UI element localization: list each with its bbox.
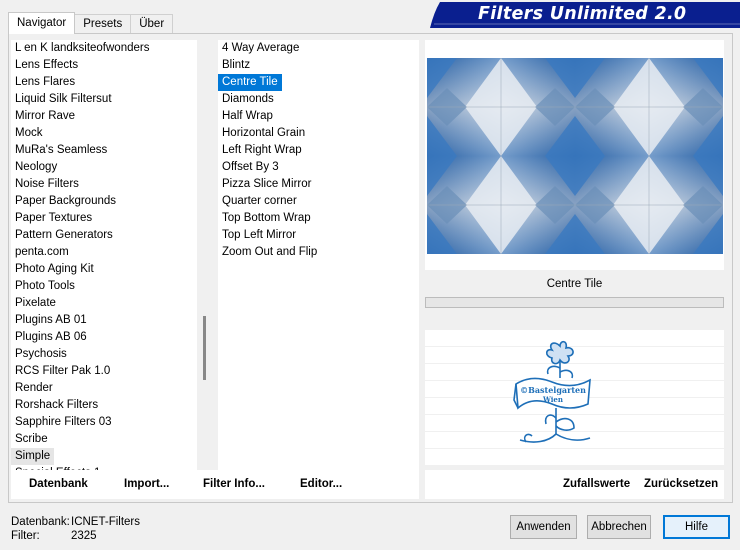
tab-ueber[interactable]: Über (130, 14, 174, 34)
filter-item[interactable]: Blintz (218, 57, 419, 74)
filter-item[interactable]: Zoom Out and Flip (218, 244, 419, 261)
status-info: Datenbank:ICNET-Filters Filter: 2325 (11, 515, 140, 543)
category-item[interactable]: Lens Effects (11, 57, 197, 74)
category-item[interactable]: Pattern Generators (11, 227, 197, 244)
category-item[interactable]: MuRa's Seamless (11, 142, 197, 159)
category-item[interactable]: Neology (11, 159, 197, 176)
tab-navigator[interactable]: Navigator (8, 12, 76, 34)
category-item[interactable]: Scribe (11, 431, 197, 448)
progress-bar (425, 297, 724, 308)
category-item[interactable]: Plugins AB 01 (11, 312, 197, 329)
filter-item[interactable]: Half Wrap (218, 108, 419, 125)
datenbank-label: Datenbank: (11, 516, 70, 528)
preview-image (427, 58, 723, 254)
filter-count-label: Filter: (11, 530, 40, 542)
filter-item[interactable]: Quarter corner (218, 193, 419, 210)
import-button[interactable]: Import... (124, 470, 169, 499)
category-item[interactable]: Mock (11, 125, 197, 142)
filter-item[interactable]: 4 Way Average (218, 40, 419, 57)
logo-text-line2: Wien (542, 395, 563, 404)
category-item[interactable]: penta.com (11, 244, 197, 261)
category-item[interactable]: L en K landksiteofwonders (11, 40, 197, 57)
preview-toolbar: Zufallswerte Zurücksetzen (425, 470, 724, 499)
filter-list[interactable]: 4 Way Average Blintz Centre Tile Diamonds Ha… (218, 40, 419, 470)
category-item[interactable]: RCS Filter Pak 1.0 (11, 363, 197, 380)
logo-text-line1: ©Bastelgarten (520, 385, 586, 395)
category-item[interactable]: Pixelate (11, 295, 197, 312)
zufallswerte-button[interactable]: Zufallswerte (563, 470, 630, 499)
title-banner: Filters Unlimited 2.0 (430, 2, 740, 28)
category-item[interactable]: Rorshack Filters (11, 397, 197, 414)
datenbank-value: ICNET-Filters (71, 516, 140, 528)
category-item[interactable]: Mirror Rave (11, 108, 197, 125)
datenbank-button[interactable]: Datenbank (29, 470, 88, 499)
filter-item[interactable]: Centre Tile (218, 74, 282, 91)
bastelgarten-logo: ©Bastelgarten Wien (513, 340, 591, 443)
category-item[interactable]: Render (11, 380, 197, 397)
filter-item[interactable]: Top Bottom Wrap (218, 210, 419, 227)
category-item[interactable]: Noise Filters (11, 176, 197, 193)
preview-pane (425, 40, 724, 270)
category-item[interactable]: Sapphire Filters 03 (11, 414, 197, 431)
filter-count-value: 2325 (71, 530, 97, 542)
anwenden-button[interactable]: Anwenden (510, 515, 577, 539)
filter-item[interactable]: Left Right Wrap (218, 142, 419, 159)
filter-info-button[interactable]: Filter Info... (203, 470, 265, 499)
tab-strip: Navigator Presets Über (8, 12, 174, 34)
category-item[interactable]: Paper Backgrounds (11, 193, 197, 210)
filter-item[interactable]: Horizontal Grain (218, 125, 419, 142)
category-item[interactable]: Lens Flares (11, 74, 197, 91)
category-item[interactable]: Simple (11, 448, 55, 465)
category-item[interactable]: Paper Textures (11, 210, 197, 227)
list-toolbar: Datenbank Import... Filter Info... Edito… (11, 470, 419, 499)
filter-item[interactable]: Diamonds (218, 91, 419, 108)
tab-presets[interactable]: Presets (74, 14, 132, 34)
abbrechen-button[interactable]: Abbrechen (587, 515, 651, 539)
editor-button[interactable]: Editor... (300, 470, 342, 499)
hilfe-button[interactable]: Hilfe (663, 515, 730, 539)
filter-item[interactable]: Pizza Slice Mirror (218, 176, 419, 193)
category-item[interactable]: Plugins AB 06 (11, 329, 197, 346)
filter-item[interactable]: Top Left Mirror (218, 227, 419, 244)
app-title: Filters Unlimited 2.0 (478, 4, 687, 24)
category-item[interactable]: Psychosis (11, 346, 197, 363)
current-filter-name: Centre Tile (425, 272, 724, 296)
zuruecksetzen-button[interactable]: Zurücksetzen (644, 470, 718, 499)
category-scrollbar[interactable] (198, 40, 212, 470)
category-list[interactable]: L en K landksiteofwonders Lens Effects Len… (11, 40, 197, 470)
category-item[interactable]: Photo Aging Kit (11, 261, 197, 278)
category-item[interactable]: Photo Tools (11, 278, 197, 295)
category-scroll-thumb[interactable] (203, 316, 206, 380)
category-item[interactable]: Liquid Silk Filtersut (11, 91, 197, 108)
filter-item[interactable]: Offset By 3 (218, 159, 419, 176)
